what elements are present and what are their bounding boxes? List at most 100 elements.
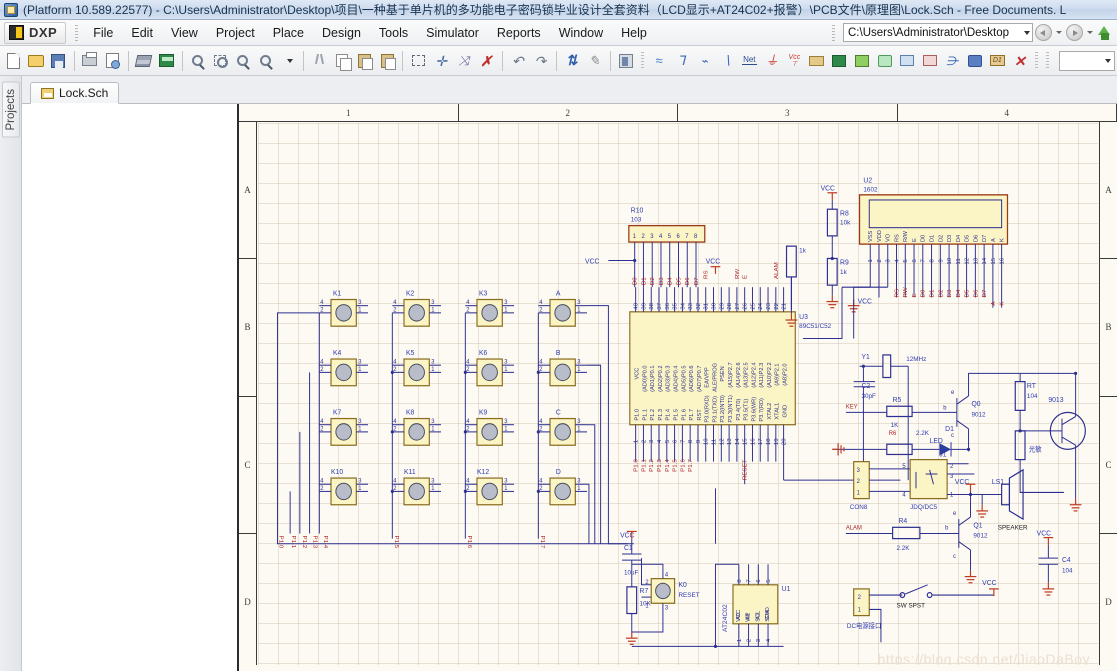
place-bus-icon[interactable]: ⅂	[671, 50, 692, 72]
place-device-sheet-icon[interactable]	[874, 50, 895, 72]
svg-text:10uF: 10uF	[624, 569, 638, 576]
menu-edit[interactable]: Edit	[122, 23, 162, 43]
svg-text:SW SPST: SW SPST	[897, 602, 925, 609]
board-layers-icon[interactable]	[134, 50, 155, 72]
place-gnd-icon[interactable]: ⏚	[762, 50, 783, 72]
svg-text:P3.5(T1): P3.5(T1)	[744, 398, 750, 420]
save-icon[interactable]	[48, 50, 69, 72]
copy-icon[interactable]	[332, 50, 353, 72]
place-net-label-icon[interactable]: Net	[739, 50, 760, 72]
svg-text:D1: D1	[930, 289, 936, 298]
place-harness-icon[interactable]: ⋺	[942, 50, 963, 72]
place-component-icon[interactable]	[897, 50, 918, 72]
menu-reports[interactable]: Reports	[488, 23, 550, 43]
schematic-sheet[interactable]: 1 2 3 4 A B C D A B C D 3 1 K1 K2 K3 A K…	[237, 104, 1117, 671]
panel-tab-projects[interactable]: Projects	[1, 82, 20, 138]
navigate-forward-button[interactable]	[1066, 24, 1083, 41]
toolbar-grip[interactable]	[1045, 51, 1049, 70]
svg-text:b: b	[943, 405, 947, 411]
place-vcc-icon[interactable]: Vcc ⊤	[784, 50, 805, 72]
undo-icon[interactable]: ↶	[507, 50, 528, 72]
pcb-view-icon[interactable]	[156, 50, 177, 72]
svg-text:P1.6: P1.6	[466, 536, 472, 549]
print-icon[interactable]	[80, 50, 101, 72]
rotate-icon[interactable]: ⤨	[453, 50, 474, 72]
place-port-icon[interactable]	[807, 50, 828, 72]
path-combobox[interactable]: C:\Users\Administrator\Desktop	[843, 23, 1033, 42]
menu-simulator[interactable]: Simulator	[417, 23, 488, 43]
paste-icon[interactable]	[354, 50, 375, 72]
svg-text:P1.3: P1.3	[657, 459, 663, 472]
svg-text:(AD7)P0.7: (AD7)P0.7	[697, 366, 703, 392]
svg-text:9012: 9012	[973, 532, 987, 539]
place-part-icon[interactable]: D1	[987, 50, 1008, 72]
svg-text:(A10)P2.2: (A10)P2.2	[767, 362, 773, 387]
zoom-selected-icon[interactable]	[255, 50, 276, 72]
library-combobox[interactable]	[1058, 50, 1115, 71]
select-area-icon[interactable]	[408, 50, 429, 72]
home-icon[interactable]	[1097, 25, 1113, 41]
ruler-marker-row-d: D	[239, 534, 256, 671]
menu-design[interactable]: Design	[313, 23, 370, 43]
schematic-grid[interactable]: .w{stroke:#2c2f8f;stroke-width:1;fill:no…	[258, 123, 1098, 671]
svg-text:16: 16	[751, 438, 757, 446]
place-harness-connector-icon[interactable]	[964, 50, 985, 72]
clear-selection-icon[interactable]: ✗	[476, 50, 497, 72]
svg-text:(AD4)P0.4: (AD4)P0.4	[674, 366, 680, 392]
dxp-button[interactable]: DXP	[4, 21, 67, 44]
zoom-in-icon[interactable]	[188, 50, 209, 72]
new-document-icon[interactable]	[3, 50, 24, 72]
svg-text:20: 20	[782, 438, 788, 446]
menu-file[interactable]: File	[84, 23, 122, 43]
path-grip[interactable]	[832, 24, 835, 41]
ruler-marker-row-c-right: C	[1100, 397, 1117, 534]
wand-icon[interactable]: ✎	[584, 50, 605, 72]
svg-text:(A12)P2.4: (A12)P2.4	[751, 362, 757, 387]
open-folder-icon[interactable]	[26, 50, 47, 72]
schematic-drawing[interactable]: .w{stroke:#2c2f8f;stroke-width:1;fill:no…	[258, 123, 1098, 671]
updown-transfer-icon[interactable]: ⇅	[561, 50, 582, 72]
redo-icon[interactable]: ↷	[530, 50, 551, 72]
back-history-chevron-icon[interactable]	[1056, 31, 1062, 34]
chevron-down-icon[interactable]	[1104, 58, 1111, 63]
svg-text:A1: A1	[746, 613, 752, 620]
toolbar-grip[interactable]	[641, 51, 644, 70]
menu-tools[interactable]: Tools	[370, 23, 417, 43]
toolbar-grip[interactable]	[1035, 51, 1038, 70]
document-tab-lock-sch[interactable]: Lock.Sch	[30, 82, 120, 104]
zoom-area-icon[interactable]	[210, 50, 231, 72]
paste-array-icon[interactable]	[377, 50, 398, 72]
svg-text:15: 15	[743, 438, 749, 446]
cut-icon[interactable]	[309, 50, 330, 72]
cancel-icon[interactable]: ✕	[1010, 50, 1031, 72]
place-wire-icon[interactable]: ≈	[649, 50, 670, 72]
svg-text:A: A	[991, 238, 997, 242]
place-line-icon[interactable]: ∖	[716, 50, 737, 72]
menu-window[interactable]: Window	[550, 23, 612, 43]
zoom-fit-icon[interactable]	[233, 50, 254, 72]
svg-text:D1: D1	[930, 235, 936, 242]
ruler-marker-row-c: C	[239, 397, 256, 534]
annotate-icon[interactable]	[616, 50, 637, 72]
menu-project[interactable]: Project	[207, 23, 264, 43]
chevron-down-icon[interactable]	[1024, 30, 1030, 35]
place-sheet-entry-icon[interactable]	[852, 50, 873, 72]
place-sheet-symbol-icon[interactable]	[829, 50, 850, 72]
svg-text:22: 22	[774, 302, 780, 310]
schematic-canvas[interactable]: 1 2 3 4 A B C D A B C D 3 1 K1 K2 K3 A K…	[22, 104, 1117, 671]
menu-help[interactable]: Help	[612, 23, 656, 43]
move-selection-icon[interactable]: ✛	[431, 50, 452, 72]
place-bus-entry-icon[interactable]: ⌁	[694, 50, 715, 72]
place-component-alt-icon[interactable]	[919, 50, 940, 72]
svg-text:P1.0: P1.0	[277, 536, 283, 549]
svg-text:12: 12	[965, 257, 971, 265]
svg-text:c: c	[951, 433, 954, 439]
navigate-back-button[interactable]	[1035, 24, 1052, 41]
menu-view[interactable]: View	[162, 23, 207, 43]
print-preview-icon[interactable]	[102, 50, 123, 72]
svg-text:39: 39	[641, 302, 647, 310]
chevron-down-icon[interactable]	[278, 50, 299, 72]
menu-grip[interactable]	[75, 24, 79, 41]
forward-history-chevron-icon[interactable]	[1087, 31, 1093, 34]
menu-place[interactable]: Place	[264, 23, 313, 43]
